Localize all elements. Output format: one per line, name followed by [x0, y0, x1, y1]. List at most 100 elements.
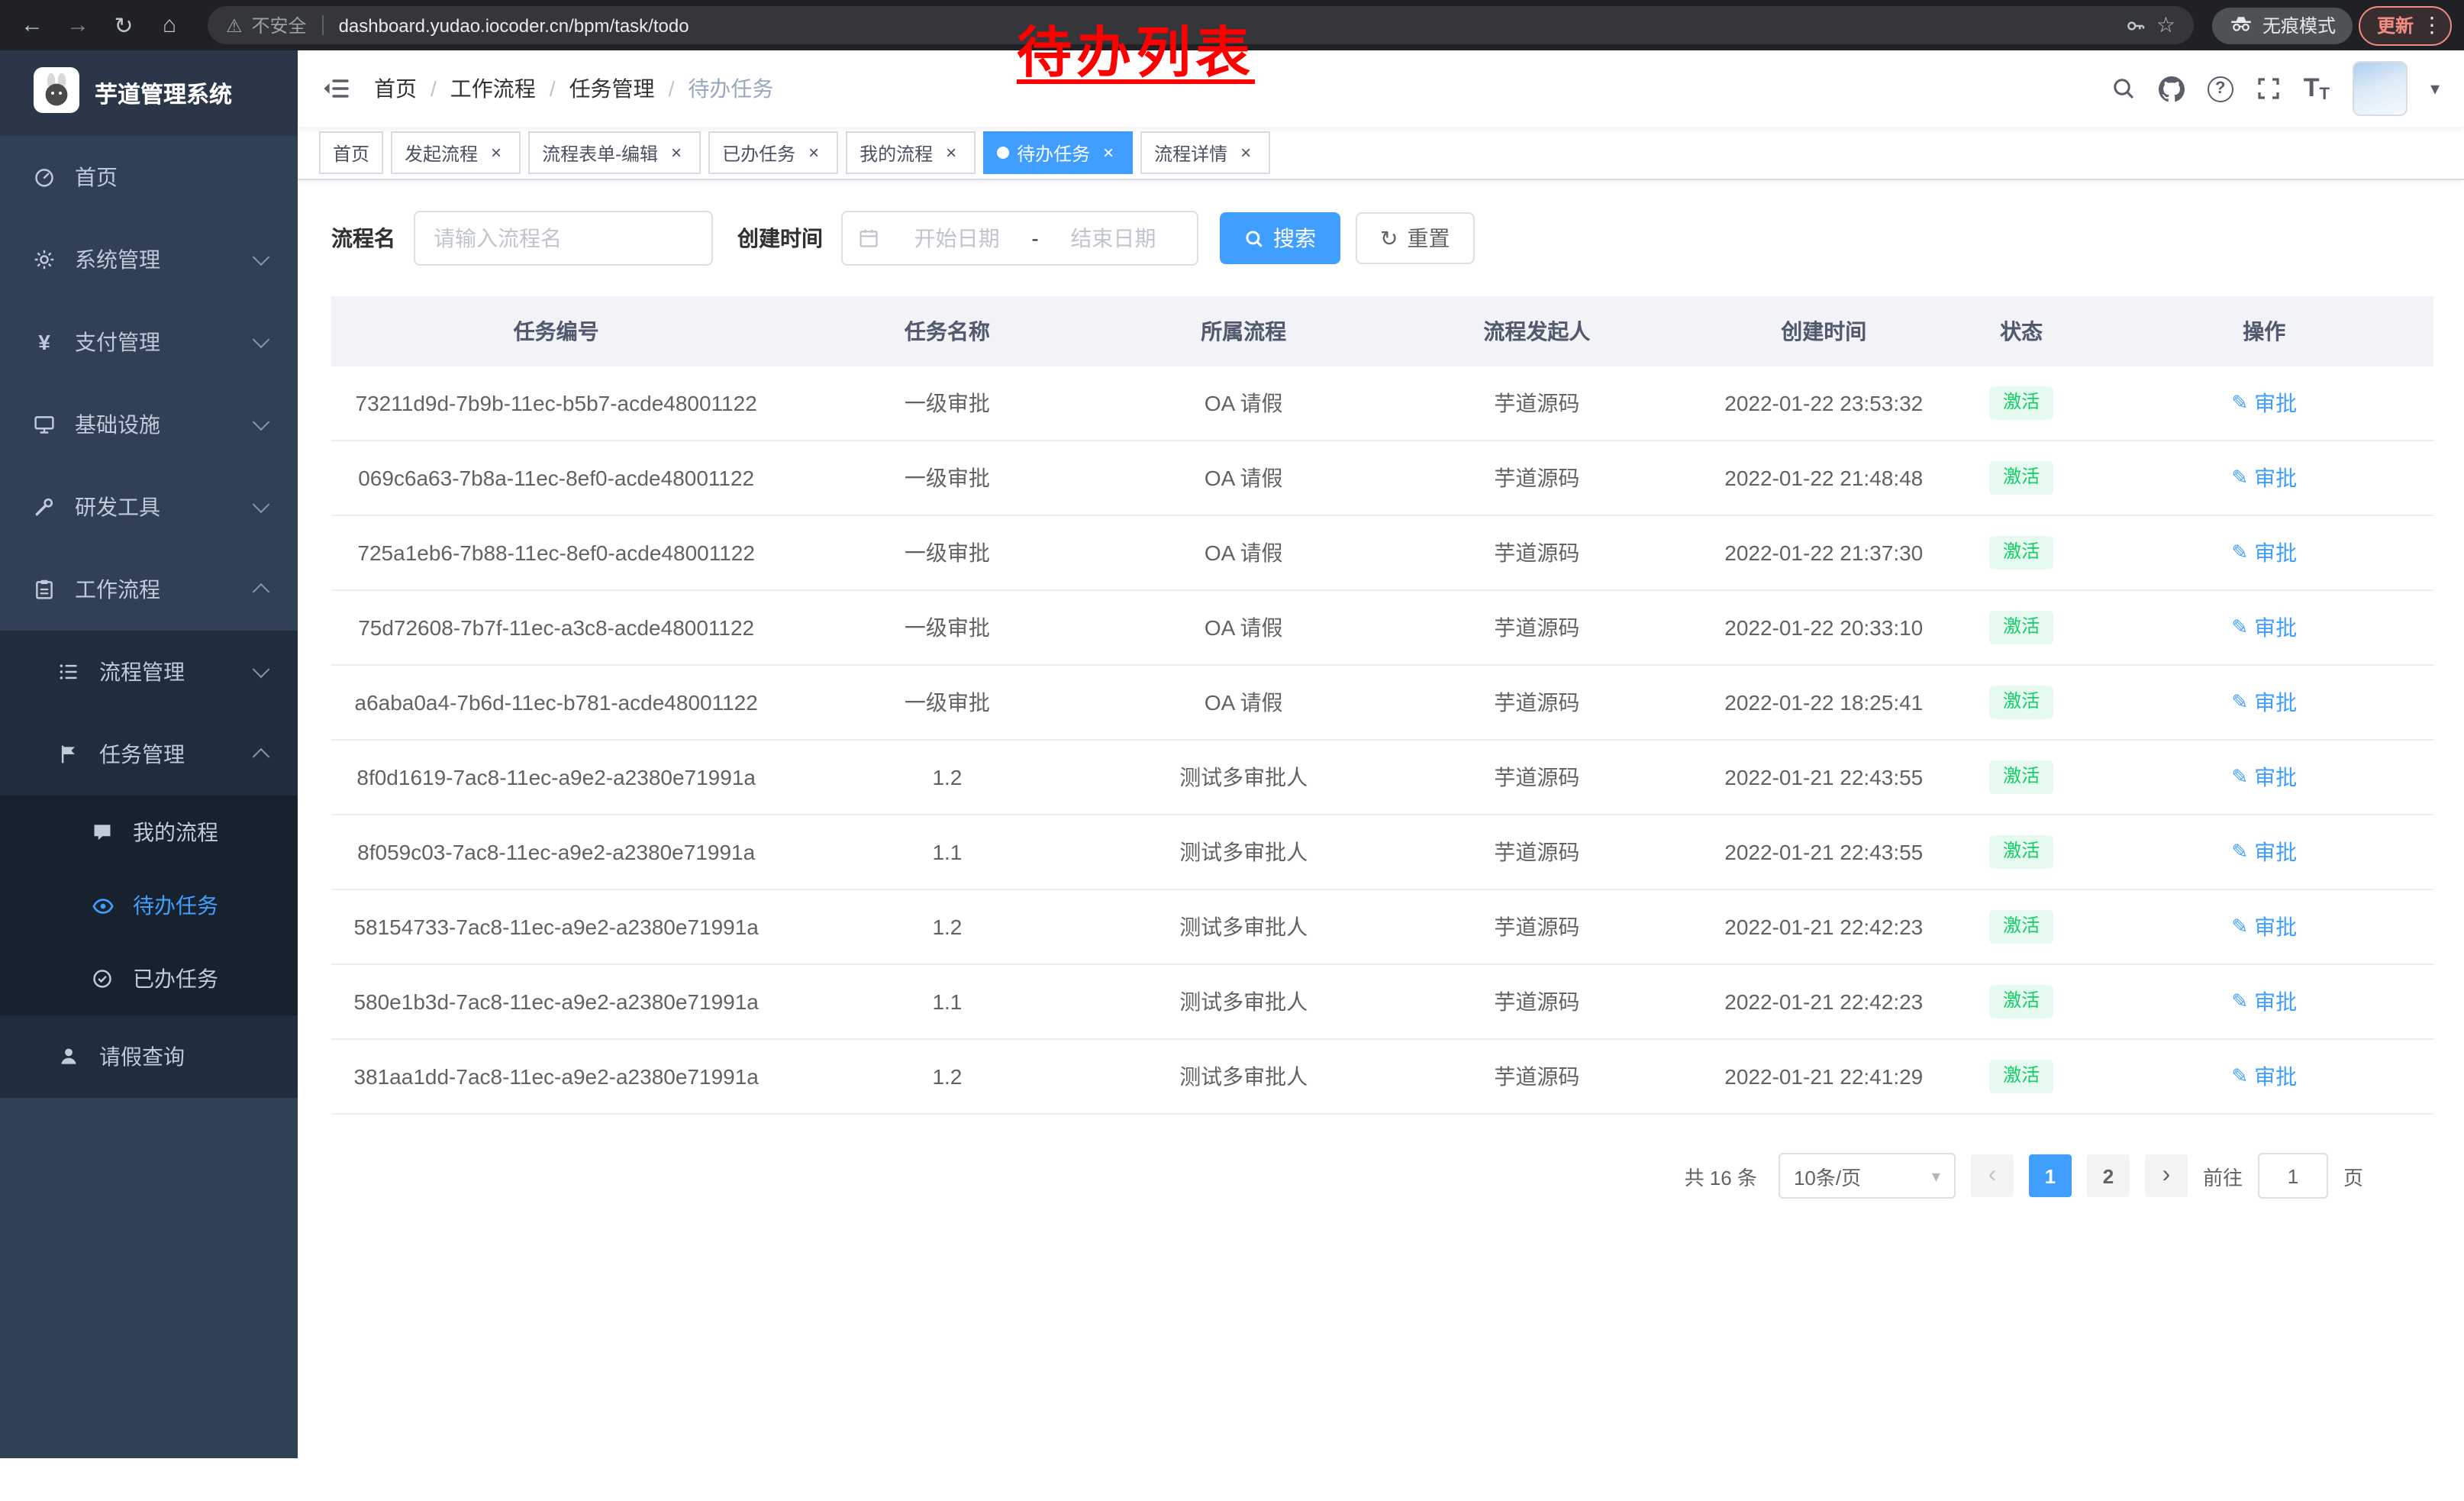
page-size-select[interactable]: 10条/页 ▾ — [1779, 1153, 1956, 1199]
browser-home-icon[interactable]: ⌂ — [150, 5, 189, 45]
sidebar-item-my-processes[interactable]: 我的流程 — [0, 796, 298, 869]
breadcrumb-workflow[interactable]: 工作流程 — [450, 73, 536, 104]
approve-link[interactable]: ✎审批 — [2231, 1061, 2297, 1092]
approve-link[interactable]: ✎审批 — [2231, 687, 2297, 718]
edit-icon: ✎ — [2231, 840, 2248, 864]
task-id: a6aba0a4-7b6d-11ec-b781-acde48001122 — [331, 665, 781, 740]
search-button[interactable]: 搜索 — [1220, 212, 1340, 264]
process-starter: 芋道源码 — [1374, 665, 1700, 740]
app-logo[interactable]: 芋道管理系统 — [0, 50, 298, 136]
create-time: 2022-01-22 18:25:41 — [1700, 665, 1948, 740]
close-icon[interactable]: × — [1235, 142, 1256, 163]
person-icon — [55, 1044, 82, 1069]
task-name: 1.2 — [781, 1039, 1113, 1114]
task-name: 一级审批 — [781, 441, 1113, 515]
approve-link[interactable]: ✎审批 — [2231, 463, 2297, 493]
flag-icon — [55, 742, 82, 767]
sidebar-item-payment[interactable]: ¥ 支付管理 — [0, 301, 298, 383]
chevron-down-icon[interactable]: ▾ — [2430, 78, 2440, 99]
close-icon[interactable]: × — [1098, 142, 1119, 163]
help-icon[interactable]: ? — [2208, 76, 2233, 102]
breadcrumb-task-management[interactable]: 任务管理 — [569, 73, 655, 104]
status-badge: 激活 — [1989, 910, 2053, 943]
tab-done-tasks[interactable]: 已办任务 × — [708, 131, 838, 174]
sidebar-item-label: 首页 — [75, 162, 118, 192]
tab-process-detail[interactable]: 流程详情 × — [1140, 131, 1270, 174]
tab-home[interactable]: 首页 — [319, 131, 383, 174]
browser-menu-icon[interactable]: ⋮ — [2421, 12, 2443, 38]
fullscreen-icon[interactable] — [2256, 76, 2281, 101]
close-icon[interactable]: × — [803, 142, 824, 163]
approve-link[interactable]: ✎审批 — [2231, 912, 2297, 942]
sidebar-item-task-management[interactable]: 任务管理 — [0, 713, 298, 796]
next-page-button[interactable]: › — [2145, 1154, 2188, 1197]
sidebar-item-workflow[interactable]: 工作流程 — [0, 548, 298, 631]
sidebar-item-done-tasks[interactable]: 已办任务 — [0, 942, 298, 1015]
prev-page-button[interactable]: ‹ — [1971, 1154, 2014, 1197]
browser-forward-icon[interactable]: → — [58, 5, 98, 45]
status-badge: 激活 — [1989, 386, 2053, 419]
sidebar-item-system[interactable]: 系统管理 — [0, 218, 298, 301]
breadcrumb-separator: / — [431, 76, 437, 101]
update-chip[interactable]: 更新 ⋮ — [2359, 5, 2452, 45]
approve-link[interactable]: ✎审批 — [2231, 986, 2297, 1017]
task-table: 任务编号 任务名称 所属流程 流程发起人 创建时间 状态 操作 73211d9d… — [331, 296, 2433, 1115]
pagination: 共 16 条 10条/页 ▾ ‹ 1 2 › 前往 页 — [331, 1153, 2433, 1199]
table-row: 8f0d1619-7ac8-11ec-a9e2-a2380e71991a 1.2… — [331, 740, 2433, 815]
sidebar-toggle-icon[interactable] — [322, 76, 350, 101]
sidebar-item-infrastructure[interactable]: 基础设施 — [0, 383, 298, 466]
search-icon[interactable] — [2111, 76, 2136, 101]
sidebar-item-home[interactable]: 首页 — [0, 136, 298, 218]
bookmark-star-icon[interactable]: ☆ — [2156, 12, 2175, 38]
close-icon[interactable]: × — [940, 142, 962, 163]
tab-process-form-edit[interactable]: 流程表单-编辑 × — [528, 131, 701, 174]
sidebar-item-process-management[interactable]: 流程管理 — [0, 631, 298, 713]
security-label: 不安全 — [252, 12, 307, 38]
close-icon[interactable]: × — [485, 142, 507, 163]
start-date-placeholder[interactable]: 开始日期 — [889, 223, 1025, 253]
sidebar-item-devtools[interactable]: 研发工具 — [0, 466, 298, 548]
app-title: 芋道管理系统 — [95, 77, 232, 109]
breadcrumb-home[interactable]: 首页 — [374, 73, 417, 104]
reset-button-label: 重置 — [1407, 223, 1450, 253]
goto-page-input[interactable] — [2258, 1153, 2328, 1199]
status-badge: 激活 — [1989, 611, 2053, 644]
sidebar-item-todo-tasks[interactable]: 待办任务 — [0, 869, 298, 942]
process-name-label: 流程名 — [331, 223, 395, 253]
security-warning-icon: ⚠ — [226, 15, 243, 36]
approve-link[interactable]: ✎审批 — [2231, 762, 2297, 792]
status-badge: 激活 — [1989, 461, 2053, 494]
task-name: 一级审批 — [781, 665, 1113, 740]
approve-link[interactable]: ✎审批 — [2231, 388, 2297, 418]
end-date-placeholder[interactable]: 结束日期 — [1045, 223, 1182, 253]
browser-back-icon[interactable]: ← — [12, 5, 52, 45]
github-icon[interactable] — [2159, 76, 2185, 102]
approve-link[interactable]: ✎审批 — [2231, 537, 2297, 568]
create-time: 2022-01-21 22:41:29 — [1700, 1039, 1948, 1114]
page-button-2[interactable]: 2 — [2087, 1154, 2130, 1197]
status-badge: 激活 — [1989, 835, 2053, 868]
process-starter: 芋道源码 — [1374, 964, 1700, 1039]
tab-my-processes[interactable]: 我的流程 × — [846, 131, 976, 174]
tab-label: 首页 — [333, 140, 369, 166]
process-starter: 芋道源码 — [1374, 889, 1700, 964]
password-key-icon[interactable] — [2126, 15, 2147, 36]
tab-todo-tasks[interactable]: 待办任务 × — [983, 131, 1133, 174]
reset-button[interactable]: ↻ 重置 — [1356, 212, 1474, 264]
col-task-id: 任务编号 — [331, 296, 781, 366]
approve-link[interactable]: ✎审批 — [2231, 612, 2297, 643]
tab-start-process[interactable]: 发起流程 × — [391, 131, 521, 174]
sidebar-item-leave-query[interactable]: 请假查询 — [0, 1015, 298, 1098]
avatar[interactable] — [2353, 61, 2408, 116]
sidebar-item-label: 待办任务 — [133, 890, 218, 921]
process-name-input[interactable] — [414, 211, 713, 266]
page-button-1[interactable]: 1 — [2029, 1154, 2072, 1197]
process-starter: 芋道源码 — [1374, 815, 1700, 889]
close-icon[interactable]: × — [666, 142, 687, 163]
process-name: OA 请假 — [1113, 590, 1373, 665]
browser-reload-icon[interactable]: ↻ — [104, 5, 144, 45]
date-range-picker[interactable]: 开始日期 - 结束日期 — [841, 211, 1198, 266]
font-size-icon[interactable]: TT — [2304, 73, 2330, 104]
approve-link[interactable]: ✎审批 — [2231, 837, 2297, 867]
check-circle-icon — [89, 967, 116, 991]
